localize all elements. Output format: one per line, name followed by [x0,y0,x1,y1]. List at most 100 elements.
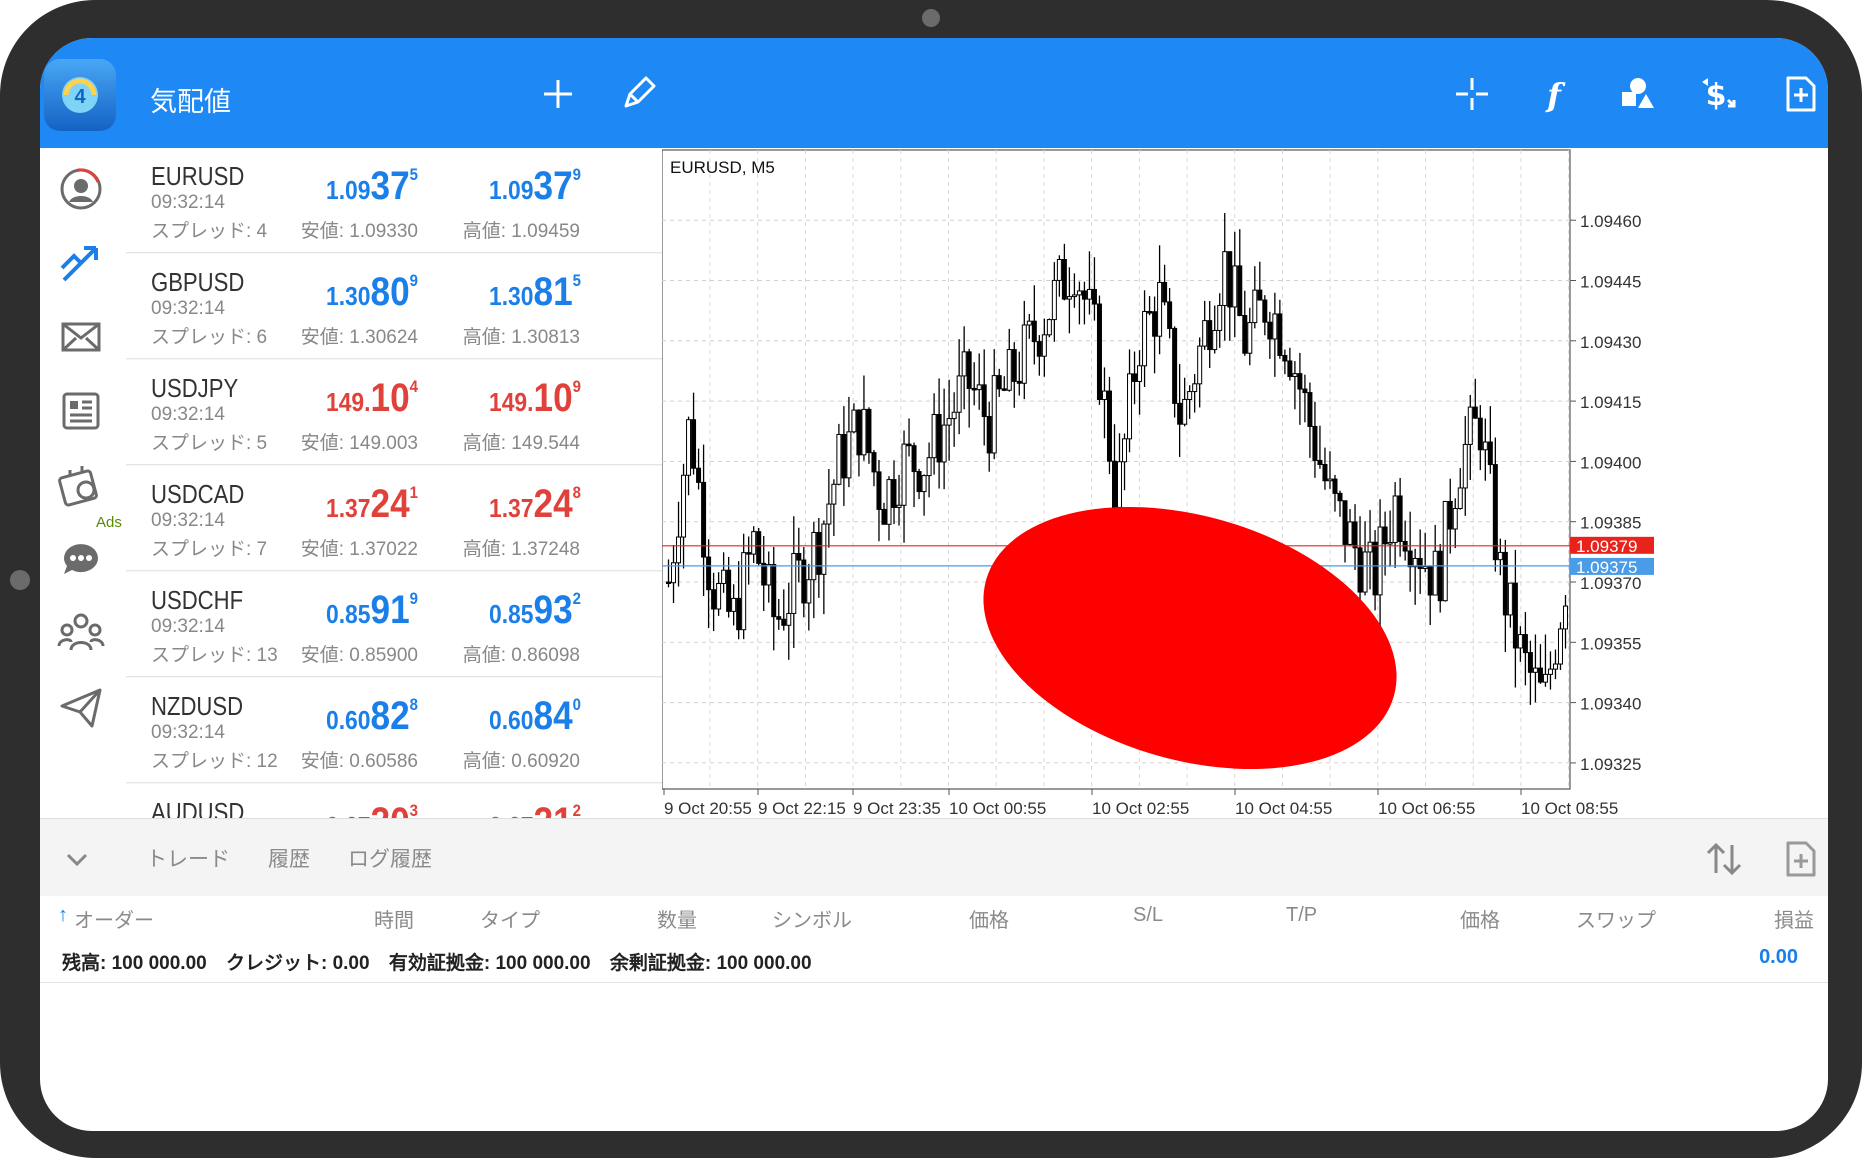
send-icon[interactable] [56,682,106,732]
quotes-list: EURUSD 09:32:14 スプレッド: 4 1.09375 1.09379 安値: … [126,148,662,818]
ask-price[interactable]: 1.37248 [440,482,581,527]
candle-body [1122,438,1128,463]
candle-body [846,431,852,479]
candle-body [876,471,882,510]
candle-body [756,531,762,564]
new-order-icon[interactable] [1784,839,1818,879]
col-profit[interactable]: 損益 [1774,904,1814,933]
quote-row-usdjpy[interactable]: USDJPY 09:32:14 スプレッド: 5 149.104 149.109 安値: … [126,360,662,465]
col-tp[interactable]: T/P [1286,904,1317,927]
col-order[interactable]: オーダー [74,904,154,933]
candle-body [1537,667,1543,683]
candle-body [1532,667,1538,673]
quote-time: 09:32:14 [151,298,225,319]
candle-body [1457,487,1463,509]
quote-time: 09:32:14 [151,192,225,213]
candle-body [1407,550,1413,568]
candle-body [1091,288,1097,305]
candle-body [1547,668,1553,675]
bid-price[interactable]: 0.60828 [277,694,418,739]
dollar-trade-icon[interactable]: $ [1698,74,1738,114]
plus-icon[interactable] [538,74,578,114]
col-sl[interactable]: S/L [1133,904,1163,927]
chart-area[interactable]: 1.09460 1.09445 1.09430 1.09415 1.09400 1.093… [662,148,1828,818]
col-price[interactable]: 価格 [969,904,1009,933]
bid-price[interactable]: 149.104 [277,376,418,421]
candle-body [791,552,797,614]
mail-icon[interactable] [56,312,106,362]
bid-price[interactable]: 1.09375 [277,164,418,209]
ask-price[interactable]: 0.85932 [440,588,581,633]
candle-body [1342,500,1348,545]
quote-row-nzdusd[interactable]: NZDUSD 09:32:14 スプレッド: 12 0.60828 0.60840 安値:… [126,678,662,783]
chat-icon[interactable] [56,534,106,584]
sort-icon[interactable] [1704,841,1744,877]
candle-body [1452,507,1458,530]
quote-time: 09:32:14 [151,616,225,637]
ask-price[interactable]: 1.09379 [440,164,581,209]
page-title: 気配値 [150,87,231,118]
quote-row-gbpusd[interactable]: GBPUSD 09:32:14 スプレッド: 6 1.30809 1.30815 安値: … [126,254,662,359]
candle-body [886,479,892,525]
candle-body [1071,294,1077,298]
candle-body [1237,265,1243,317]
quotes-icon[interactable] [56,164,106,214]
candle-body [1447,500,1453,530]
tab-log-history[interactable]: ログ履歴 [348,843,432,873]
candle-body [1061,259,1067,300]
symbol-name: USDCHF [151,585,244,615]
indicator-f-icon[interactable]: f [1534,74,1574,114]
x-tick-label: 10 Oct 08:55 [1521,799,1618,818]
quote-row-eurusd[interactable]: EURUSD 09:32:14 スプレッド: 4 1.09375 1.09379 安値: … [126,148,662,253]
tab-history[interactable]: 履歴 [268,843,310,873]
col-type[interactable]: タイプ [480,904,540,933]
candle-body [1137,365,1143,382]
candle-body [1357,547,1363,593]
total-profit: 0.00 [1759,946,1798,968]
chevron-down-icon[interactable] [62,845,92,875]
bid-price[interactable]: 0.67203 [277,800,418,818]
quote-row-usdcad[interactable]: USDCAD 09:32:14 スプレッド: 7 1.37241 1.37248 安値: … [126,466,662,571]
sort-up-icon[interactable]: ↑ [58,904,68,927]
candle-body [1021,324,1027,384]
chart-arrows-icon[interactable] [56,238,106,288]
candle-body [1442,500,1448,602]
candle-body [961,351,967,377]
app-logo-icon[interactable]: 4 [44,59,116,131]
candle-body [1517,634,1523,649]
ask-price-label: 1.09379 [1576,537,1637,556]
col-time[interactable]: 時間 [374,904,414,933]
pencil-icon[interactable] [618,74,658,114]
candle-body [716,582,722,610]
quote-row-usdchf[interactable]: USDCHF 09:32:14 スプレッド: 13 0.85919 0.85932 安値:… [126,572,662,677]
col-price-current[interactable]: 価格 [1460,904,1500,933]
symbol-name: AUDUSD [151,797,245,818]
candle-body [1422,566,1428,569]
eurusd-chart[interactable]: 1.09460 1.09445 1.09430 1.09415 1.09400 1.093… [662,148,1828,818]
candle-body [1462,443,1468,489]
quote-row-audusd[interactable]: AUDUSD 0.67203 0.67212 [126,784,662,818]
candle-body [1172,327,1178,404]
col-volume[interactable]: 数量 [657,904,697,933]
bid-price[interactable]: 1.37241 [277,482,418,527]
tab-trade[interactable]: トレード [146,843,230,873]
new-order-icon[interactable] [1780,74,1820,114]
candle-body [956,375,962,413]
col-swap[interactable]: スワップ [1576,904,1656,933]
community-icon[interactable] [56,608,106,658]
objects-icon[interactable] [1616,74,1656,114]
candle-body [1197,345,1203,385]
ask-price[interactable]: 0.60840 [440,694,581,739]
bid-price[interactable]: 0.85919 [277,588,418,633]
crosshair-icon[interactable] [1452,74,1492,114]
ask-price[interactable]: 1.30815 [440,270,581,315]
ask-price[interactable]: 149.109 [440,376,581,421]
news-icon[interactable] [56,386,106,436]
col-symbol[interactable]: シンボル [772,904,852,933]
candle-body [966,351,972,389]
ask-price[interactable]: 0.67212 [440,800,581,818]
chart-symbol-label: EURUSD, M5 [670,158,775,177]
ads-calendar-icon[interactable]: Ads [56,460,122,531]
x-tick-label: 10 Oct 02:55 [1092,799,1189,818]
bid-price[interactable]: 1.30809 [277,270,418,315]
